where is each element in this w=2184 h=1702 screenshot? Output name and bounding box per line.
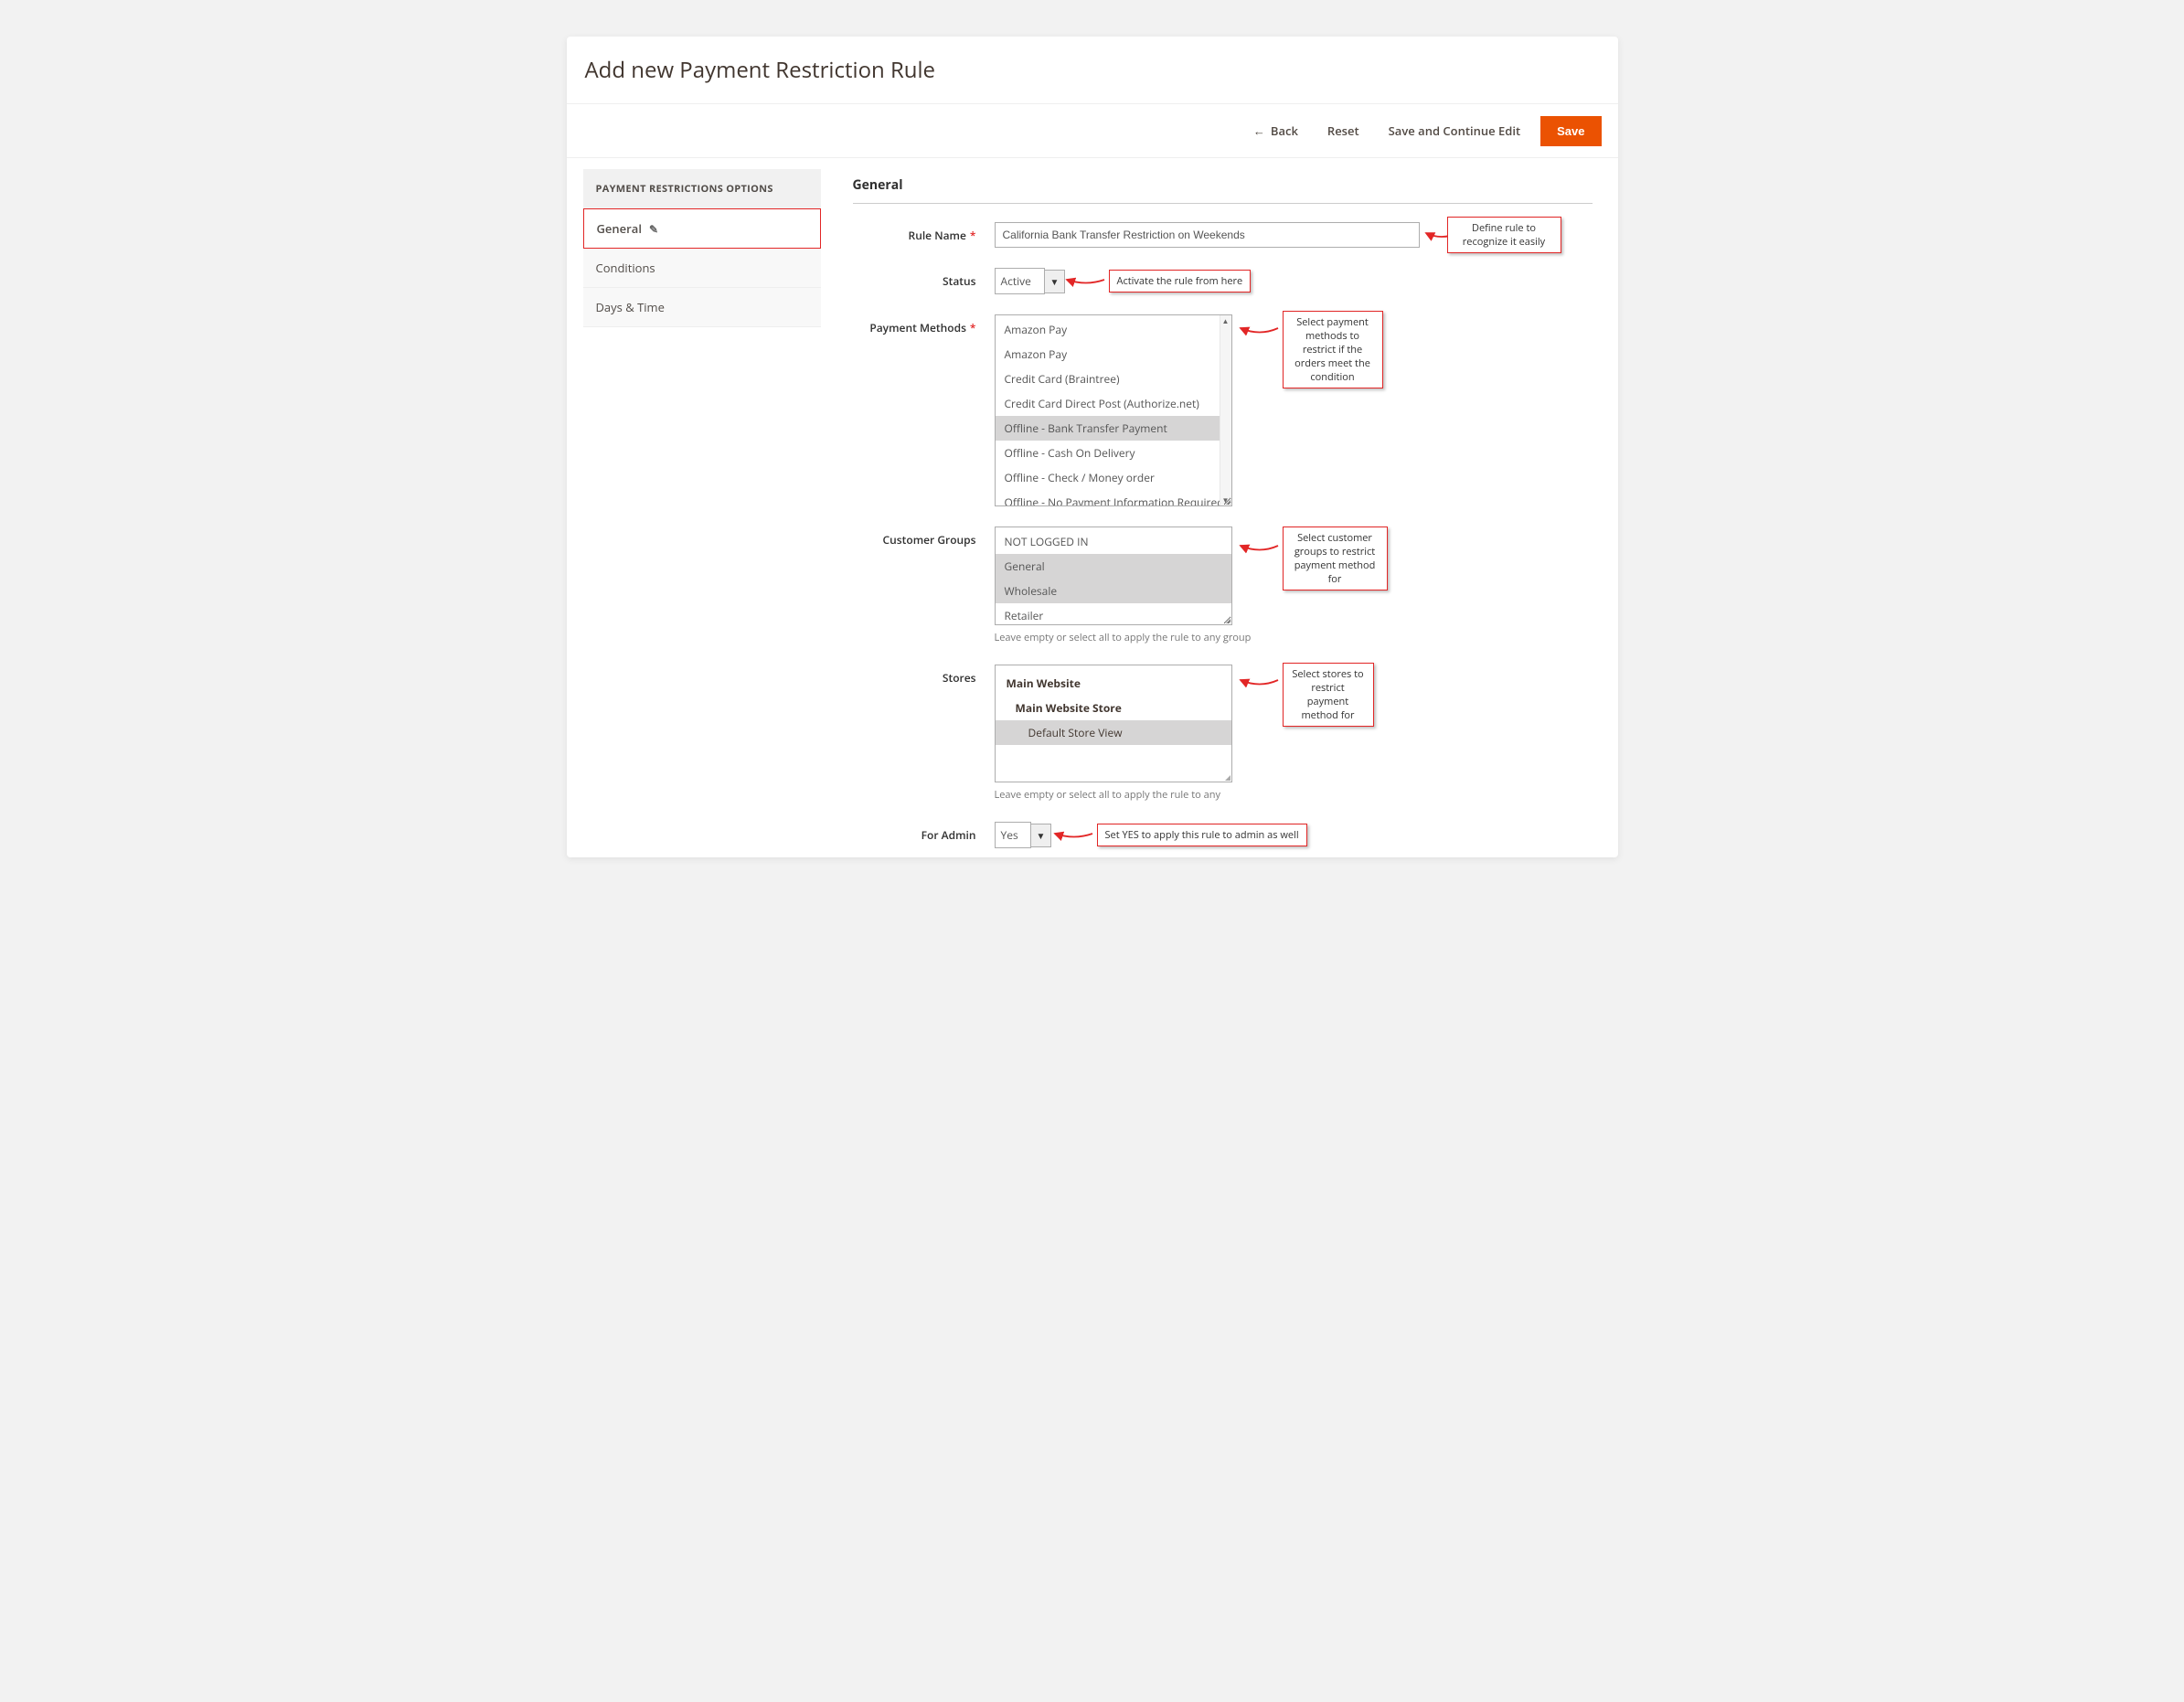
ms-option[interactable]: General — [996, 554, 1231, 579]
for-admin-label: For Admin — [853, 822, 995, 843]
callout-arrow-icon — [1237, 536, 1283, 556]
ms-option[interactable]: Amazon Pay — [996, 317, 1231, 342]
ms-option[interactable]: Wholesale — [996, 579, 1231, 603]
sidebar-item-label: Conditions — [596, 260, 655, 276]
chevron-down-icon: ▼ — [1037, 829, 1046, 842]
store-group[interactable]: Main Website Store — [996, 696, 1231, 720]
page-title: Add new Payment Restriction Rule — [567, 37, 1618, 103]
callout-arrow-icon — [1237, 670, 1283, 690]
rule-name-input[interactable] — [995, 222, 1420, 248]
actions-bar: ← Back Reset Save and Continue Edit Save — [567, 103, 1618, 158]
required-star-icon: * — [970, 320, 976, 335]
customer-groups-label: Customer Groups — [853, 527, 995, 548]
status-select[interactable]: Active — [995, 268, 1045, 294]
ms-option[interactable]: Offline - Cash On Delivery — [996, 441, 1231, 465]
stores-helper: Leave empty or select all to apply the r… — [995, 788, 1593, 802]
field-customer-groups: Customer Groups NOT LOGGED IN General Wh… — [853, 527, 1593, 644]
callout-payment-methods: Select payment methods to restrict if th… — [1283, 311, 1383, 388]
page-container: Add new Payment Restriction Rule ← Back … — [567, 37, 1618, 857]
label-text: Payment Methods — [869, 320, 966, 335]
scroll-up-icon[interactable]: ▲ — [1220, 315, 1231, 326]
customer-groups-helper: Leave empty or select all to apply the r… — [995, 631, 1593, 644]
field-for-admin: For Admin Yes ▼ Set YES to apply this rul… — [853, 822, 1593, 848]
callout-customer-groups: Select customer groups to restrict payme… — [1283, 527, 1388, 590]
save-button[interactable]: Save — [1540, 116, 1601, 146]
scrollbar[interactable]: ▲ ▼ — [1220, 315, 1231, 505]
field-payment-methods: Payment Methods * Amazon Pay Amazon Pay C… — [853, 314, 1593, 506]
field-stores: Stores Main Website Main Website Store D… — [853, 665, 1593, 802]
sidebar-item-label: General — [597, 220, 642, 237]
ms-option[interactable]: Offline - Check / Money order — [996, 465, 1231, 490]
ms-option[interactable]: Amazon Pay — [996, 342, 1231, 367]
store-website[interactable]: Main Website — [996, 671, 1231, 696]
sidebar-item-conditions[interactable]: Conditions — [583, 249, 821, 288]
section-title: General — [853, 169, 1593, 204]
scroll-down-icon[interactable]: ▼ — [1220, 495, 1231, 505]
back-button[interactable]: ← Back — [1244, 115, 1307, 146]
field-status: Status Active ▼ Activate the rule from he… — [853, 268, 1593, 294]
sidebar-item-general[interactable]: General — [583, 208, 821, 249]
sidebar: PAYMENT RESTRICTIONS OPTIONS General Con… — [583, 169, 821, 848]
ms-option[interactable]: Credit Card Direct Post (Authorize.net) — [996, 391, 1231, 416]
ms-option[interactable]: NOT LOGGED IN — [996, 529, 1231, 554]
stores-label: Stores — [853, 665, 995, 686]
ms-option[interactable]: Offline - Bank Transfer Payment — [996, 416, 1231, 441]
callout-for-admin: Set YES to apply this rule to admin as w… — [1097, 824, 1307, 846]
label-text: Rule Name — [909, 228, 966, 243]
payment-methods-multiselect[interactable]: Amazon Pay Amazon Pay Credit Card (Brain… — [995, 314, 1232, 506]
callout-stores: Select stores to restrict payment method… — [1283, 663, 1374, 727]
customer-groups-multiselect[interactable]: NOT LOGGED IN General Wholesale Retailer — [995, 527, 1232, 625]
reset-button[interactable]: Reset — [1318, 115, 1369, 146]
stores-multiselect[interactable]: Main Website Main Website Store Default … — [995, 665, 1232, 782]
ms-option[interactable]: Offline - No Payment Information Require… — [996, 490, 1231, 506]
back-label: Back — [1271, 122, 1298, 139]
callout-arrow-icon — [1051, 825, 1097, 842]
required-star-icon: * — [970, 228, 976, 243]
callout-arrow-icon — [1237, 318, 1283, 338]
store-view[interactable]: Default Store View — [996, 720, 1231, 745]
pencil-icon — [649, 220, 658, 237]
chevron-down-icon: ▼ — [1050, 275, 1060, 288]
ms-option[interactable]: Retailer — [996, 603, 1231, 625]
callout-rule-name: Define rule to recognize it easily — [1447, 217, 1561, 253]
status-dropdown-button[interactable]: ▼ — [1045, 270, 1066, 293]
resize-handle-icon[interactable] — [1222, 496, 1231, 505]
resize-handle-icon[interactable] — [1222, 772, 1231, 782]
sidebar-item-label: Days & Time — [596, 299, 665, 315]
for-admin-dropdown-button[interactable]: ▼ — [1031, 824, 1052, 847]
callout-arrow-icon — [1063, 271, 1109, 288]
save-continue-button[interactable]: Save and Continue Edit — [1380, 115, 1529, 146]
sidebar-item-days-time[interactable]: Days & Time — [583, 288, 821, 327]
main-panel: General Rule Name * Define rule to recogn… — [821, 169, 1602, 848]
rule-name-label: Rule Name * — [853, 222, 995, 243]
ms-option[interactable]: Credit Card (Braintree) — [996, 367, 1231, 391]
payment-methods-label: Payment Methods * — [853, 314, 995, 335]
resize-handle-icon[interactable] — [1222, 615, 1231, 624]
sidebar-header: PAYMENT RESTRICTIONS OPTIONS — [583, 169, 821, 208]
status-label: Status — [853, 268, 995, 289]
arrow-left-icon: ← — [1253, 122, 1265, 139]
field-rule-name: Rule Name* Define rule to recognize it e… — [853, 222, 1593, 248]
content-wrap: PAYMENT RESTRICTIONS OPTIONS General Con… — [567, 158, 1618, 848]
for-admin-select[interactable]: Yes — [995, 822, 1031, 848]
callout-status: Activate the rule from here — [1109, 270, 1252, 293]
